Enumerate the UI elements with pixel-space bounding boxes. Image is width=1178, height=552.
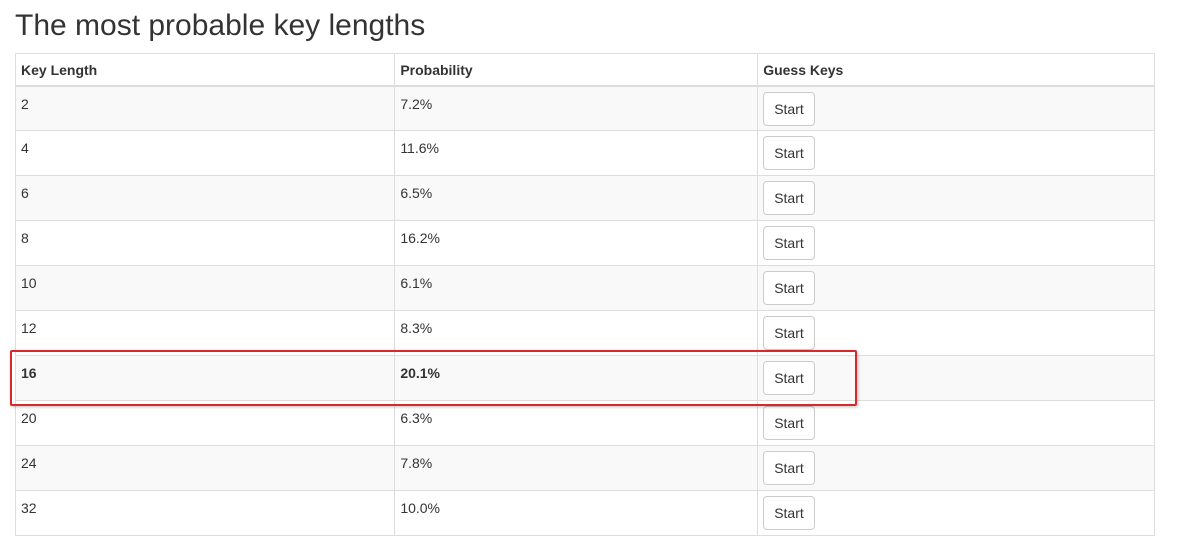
probability-cell: 10.0% — [394, 490, 759, 536]
table-row: 6 6.5% Start — [14, 175, 1155, 221]
start-button[interactable]: Start — [763, 226, 815, 260]
probability-cell: 8.3% — [394, 310, 759, 356]
probability-cell: 20.1% — [394, 355, 759, 401]
probability-cell: 6.1% — [394, 265, 759, 311]
guess-keys-cell: Start — [757, 220, 1155, 266]
key-length-cell: 16 — [14, 355, 396, 401]
guess-keys-cell: Start — [757, 130, 1155, 176]
table-row: 32 10.0% Start — [14, 490, 1155, 536]
key-length-cell: 24 — [14, 445, 396, 491]
header-key-length: Key Length — [14, 53, 396, 87]
key-length-cell: 20 — [14, 400, 396, 446]
start-button[interactable]: Start — [763, 406, 815, 440]
start-button[interactable]: Start — [763, 181, 815, 215]
probability-cell: 11.6% — [394, 130, 759, 176]
page-title: The most probable key lengths — [15, 9, 426, 42]
start-button[interactable]: Start — [763, 451, 815, 485]
probability-cell: 6.3% — [394, 400, 759, 446]
table-row: 10 6.1% Start — [14, 265, 1155, 311]
probability-cell: 7.8% — [394, 445, 759, 491]
key-length-table: Key Length Probability Guess Keys 2 7.2%… — [14, 53, 1155, 536]
table-row: 24 7.8% Start — [14, 445, 1155, 491]
table-row: 20 6.3% Start — [14, 400, 1155, 446]
table-row: 8 16.2% Start — [14, 220, 1155, 266]
probability-cell: 6.5% — [394, 175, 759, 221]
start-button[interactable]: Start — [763, 361, 815, 395]
guess-keys-cell: Start — [757, 85, 1155, 131]
probability-cell: 7.2% — [394, 85, 759, 131]
table-row-highlighted: 16 20.1% Start — [14, 355, 1155, 401]
table-header-row: Key Length Probability Guess Keys — [14, 53, 1155, 87]
start-button[interactable]: Start — [763, 91, 815, 126]
header-guess-keys: Guess Keys — [757, 53, 1155, 87]
start-button[interactable]: Start — [763, 496, 815, 530]
table-row: 2 7.2% Start — [14, 85, 1155, 131]
guess-keys-cell: Start — [757, 265, 1155, 311]
start-button[interactable]: Start — [763, 271, 815, 305]
header-probability: Probability — [394, 53, 759, 87]
guess-keys-cell: Start — [757, 490, 1155, 536]
guess-keys-cell: Start — [757, 445, 1155, 491]
guess-keys-cell: Start — [757, 175, 1155, 221]
key-length-cell: 10 — [14, 265, 396, 311]
key-length-cell: 6 — [14, 175, 396, 221]
key-length-cell: 32 — [14, 490, 396, 536]
key-length-cell: 4 — [14, 130, 396, 176]
guess-keys-cell: Start — [757, 355, 1155, 401]
table-row: 12 8.3% Start — [14, 310, 1155, 356]
start-button[interactable]: Start — [763, 316, 815, 350]
probability-cell: 16.2% — [394, 220, 759, 266]
guess-keys-cell: Start — [757, 400, 1155, 446]
start-button[interactable]: Start — [763, 136, 815, 170]
table-row: 4 11.6% Start — [14, 130, 1155, 176]
key-length-cell: 2 — [14, 85, 396, 131]
key-length-cell: 12 — [14, 310, 396, 356]
guess-keys-cell: Start — [757, 310, 1155, 356]
key-length-cell: 8 — [14, 220, 396, 266]
